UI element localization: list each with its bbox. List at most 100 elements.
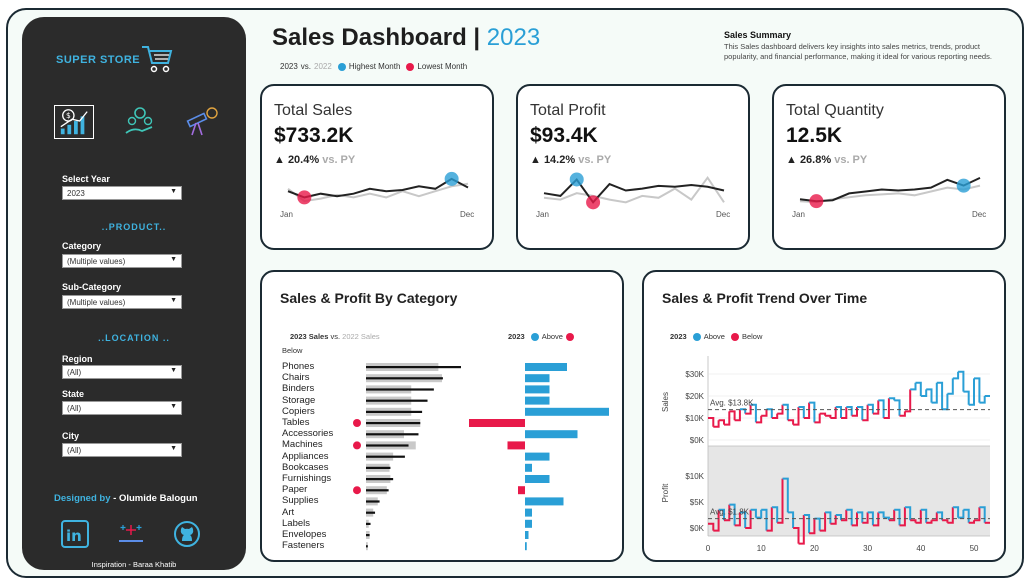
sales-2023-bar[interactable] bbox=[366, 377, 443, 380]
summary-heading: Sales Summary bbox=[724, 30, 792, 40]
sales-2023-bar[interactable] bbox=[366, 478, 394, 481]
x-tick-label: 40 bbox=[916, 544, 925, 553]
sales-2023-bar[interactable] bbox=[366, 366, 461, 369]
x-tick-label: 30 bbox=[863, 544, 872, 553]
profit-bar[interactable] bbox=[525, 396, 550, 405]
sales-step[interactable] bbox=[904, 389, 912, 413]
sales-2023-bar[interactable] bbox=[366, 466, 391, 469]
sales-step[interactable] bbox=[947, 378, 954, 395]
sales-2023-bar[interactable] bbox=[366, 534, 370, 537]
trend-panel-title: Sales & Profit Trend Over Time bbox=[662, 290, 868, 306]
kpi-value: 12.5K bbox=[786, 124, 843, 147]
profit-bar[interactable] bbox=[518, 486, 525, 495]
profit-bar[interactable] bbox=[525, 508, 532, 517]
profit-bar[interactable] bbox=[525, 452, 550, 461]
kpi-delta-vs: vs. PY bbox=[578, 154, 612, 166]
subcategory-dropdown[interactable]: (Multiple values) ▼ bbox=[62, 295, 182, 309]
svg-text:$: $ bbox=[66, 111, 71, 120]
category-label: Art bbox=[282, 506, 295, 518]
sales-2023-bar[interactable] bbox=[366, 444, 409, 447]
inspiration-credit: Inspiration - Baraa Khatib bbox=[91, 560, 177, 569]
sales-2023-bar[interactable] bbox=[366, 433, 419, 436]
profit-bar[interactable] bbox=[525, 363, 567, 371]
legend-vs: vs. bbox=[300, 62, 312, 71]
profit-bar[interactable] bbox=[525, 430, 578, 439]
kpi-card-total-sales[interactable]: Total Sales $733.2K ▲ 20.4% vs. PY Jan D… bbox=[260, 84, 494, 250]
sales-2023-bar[interactable] bbox=[366, 422, 421, 425]
kpi-legend: 2023 vs. 2022 Highest Month Lowest Month bbox=[280, 62, 467, 71]
sales-step[interactable] bbox=[787, 419, 795, 425]
sales-step[interactable] bbox=[825, 414, 832, 418]
svg-text:in: in bbox=[66, 527, 82, 545]
sales-2023-bar[interactable] bbox=[366, 455, 405, 458]
profit-bar[interactable] bbox=[525, 519, 532, 528]
profit-hand-icon[interactable] bbox=[120, 105, 160, 139]
sparkline-end-label: Dec bbox=[972, 210, 987, 219]
highest-month-marker[interactable] bbox=[569, 172, 584, 187]
profit-bar[interactable] bbox=[525, 374, 550, 383]
x-tick-label: 10 bbox=[757, 544, 766, 553]
profit-tick-label: $10K bbox=[685, 472, 704, 481]
page-nav-icons: $ bbox=[46, 105, 222, 141]
region-dropdown[interactable]: (All) ▼ bbox=[62, 365, 182, 379]
state-dropdown[interactable]: (All) ▼ bbox=[62, 401, 182, 415]
kpi-delta-value: ▲ 20.4% bbox=[274, 154, 320, 166]
sales-step[interactable] bbox=[952, 371, 960, 380]
sales-tick-label: $30K bbox=[685, 370, 704, 379]
profit-bar[interactable] bbox=[507, 441, 526, 450]
github-icon[interactable] bbox=[172, 519, 202, 549]
kpi-card-total-profit[interactable]: Total Profit $93.4K ▲ 14.2% vs. PY Jan D… bbox=[516, 84, 750, 250]
lowest-month-marker[interactable] bbox=[809, 194, 824, 209]
page-title-text: Sales Dashboard | bbox=[272, 24, 487, 51]
linkedin-icon[interactable]: in bbox=[60, 519, 90, 549]
profit-bar[interactable] bbox=[469, 419, 525, 427]
profit-avg-label: Avg. $1.8K bbox=[710, 508, 750, 517]
sales-sparkline bbox=[287, 171, 469, 205]
sales-step[interactable] bbox=[894, 399, 901, 416]
sales-2023-bar[interactable] bbox=[366, 545, 368, 548]
select-year-label: Select Year bbox=[62, 174, 110, 184]
profit-bar[interactable] bbox=[525, 475, 550, 483]
quantity-telescope-icon[interactable] bbox=[182, 105, 222, 139]
sales-2023-bar[interactable] bbox=[366, 489, 389, 492]
city-dropdown[interactable]: (All) ▼ bbox=[62, 443, 182, 457]
sales-step[interactable] bbox=[963, 390, 970, 405]
category-sales-legend: 2023 Sales vs. 2022 Sales bbox=[290, 332, 380, 341]
sales-step[interactable] bbox=[910, 382, 917, 391]
profit-bar[interactable] bbox=[525, 385, 550, 394]
profit-bar[interactable] bbox=[525, 407, 609, 416]
sales-2023-bar[interactable] bbox=[366, 522, 371, 525]
above-dot bbox=[692, 332, 701, 341]
sales-growth-icon[interactable]: $ bbox=[54, 105, 94, 139]
profit-bar[interactable] bbox=[525, 463, 532, 472]
category-dropdown[interactable]: (Multiple values) ▼ bbox=[62, 254, 182, 268]
profit-bar[interactable] bbox=[525, 531, 529, 539]
below-dot bbox=[730, 332, 739, 341]
chevron-down-icon: ▼ bbox=[170, 367, 177, 374]
kpi-delta-vs: vs. PY bbox=[834, 154, 868, 166]
sales-2023-bar[interactable] bbox=[366, 388, 434, 391]
lowest-month-marker[interactable] bbox=[586, 195, 601, 210]
sales-2023-bar[interactable] bbox=[366, 399, 428, 402]
page-title: Sales Dashboard | 2023 bbox=[272, 24, 540, 52]
highest-month-marker[interactable] bbox=[956, 178, 971, 193]
year-dropdown[interactable]: 2023 ▼ bbox=[62, 186, 182, 200]
kpi-delta-vs: vs. PY bbox=[322, 154, 356, 166]
profit-bar[interactable] bbox=[525, 542, 527, 551]
lowest-month-marker[interactable] bbox=[297, 190, 312, 205]
sales-2023-bar[interactable] bbox=[366, 511, 376, 514]
category-label: Envelopes bbox=[282, 529, 327, 540]
sales-step[interactable] bbox=[761, 409, 768, 417]
kpi-card-total-quantity[interactable]: Total Quantity 12.5K ▲ 26.8% vs. PY Jan … bbox=[772, 84, 1006, 250]
location-section-heading: ..LOCATION .. bbox=[98, 333, 170, 343]
tableau-icon[interactable] bbox=[116, 519, 146, 549]
highest-month-marker[interactable] bbox=[444, 171, 459, 186]
sales-2023-bar[interactable] bbox=[366, 500, 380, 503]
profit-bar[interactable] bbox=[525, 497, 564, 506]
x-tick-label: 50 bbox=[970, 544, 979, 553]
sales-2023-bar[interactable] bbox=[366, 410, 423, 413]
above-dot bbox=[530, 332, 539, 341]
sales-step[interactable] bbox=[708, 417, 715, 427]
legend-above: Above bbox=[541, 332, 563, 341]
category-label: Storage bbox=[282, 394, 316, 406]
